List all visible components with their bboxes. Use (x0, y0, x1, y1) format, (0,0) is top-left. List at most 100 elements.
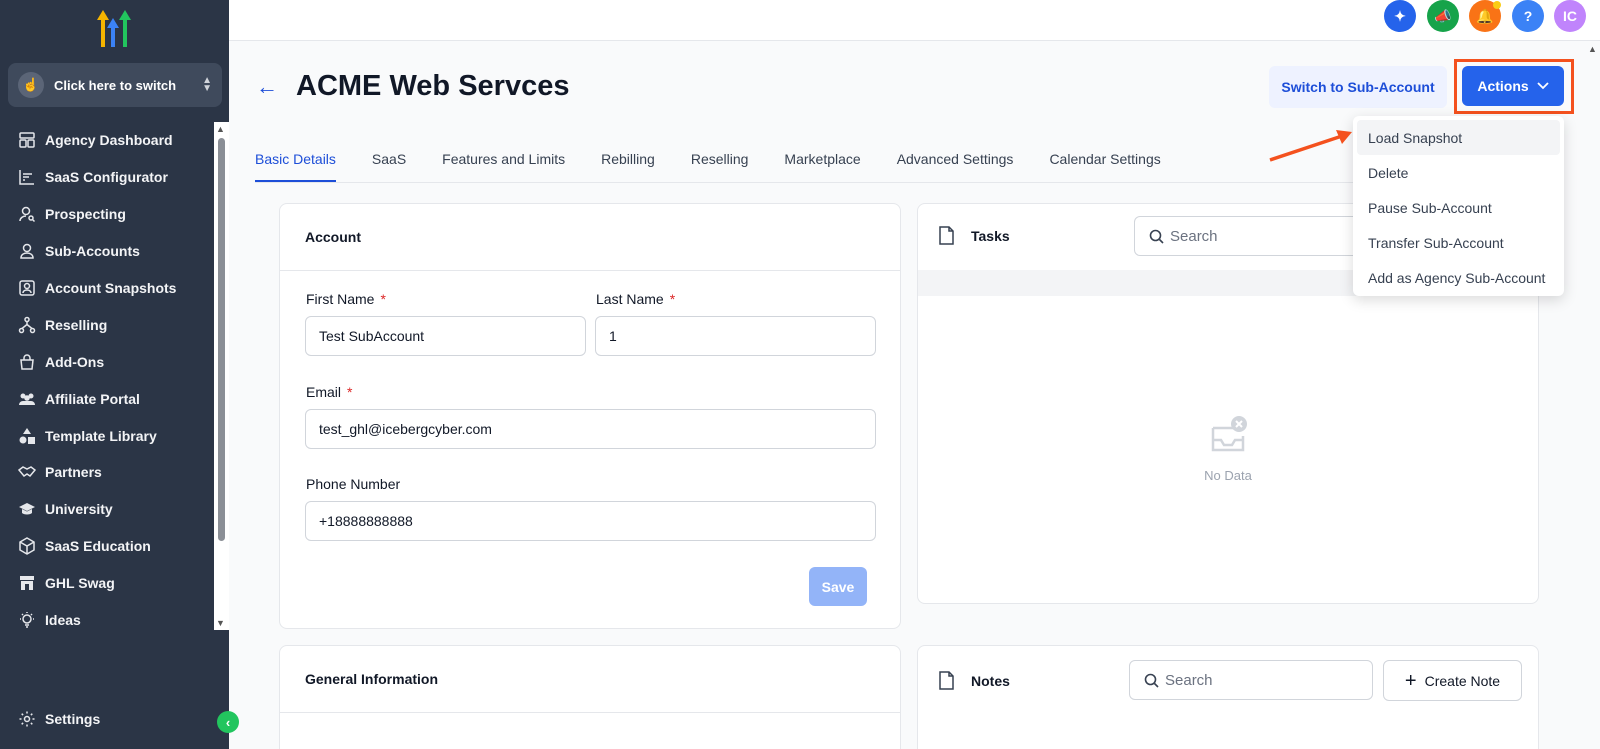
chevron-down-icon (1537, 82, 1549, 90)
sidebar-item-template-library[interactable]: Template Library (0, 417, 214, 454)
sidebar-item-add-ons[interactable]: Add-Ons (0, 343, 214, 380)
create-note-button[interactable]: + Create Note (1383, 660, 1522, 701)
user-icon (20, 243, 34, 259)
required-mark: * (380, 291, 386, 307)
sidebar-item-university[interactable]: University (0, 491, 214, 528)
tab-calendar-settings[interactable]: Calendar Settings (1049, 150, 1160, 182)
megaphone-icon[interactable]: 📣 (1427, 0, 1459, 32)
scroll-up-icon[interactable]: ▲ (216, 124, 225, 134)
tab-saas[interactable]: SaaS (372, 150, 406, 182)
sidebar-item-label: SaaS Configurator (45, 169, 168, 186)
sidebar-item-settings[interactable]: Settings (18, 710, 100, 728)
bag-icon (20, 354, 34, 370)
notes-search-input[interactable]: Search (1129, 660, 1373, 700)
tab-advanced-settings[interactable]: Advanced Settings (897, 150, 1014, 182)
back-arrow-icon[interactable]: ← (256, 74, 278, 100)
sidebar-item-prospecting[interactable]: Prospecting (0, 196, 214, 233)
menu-item-pause-sub-account[interactable]: Pause Sub-Account (1353, 190, 1564, 225)
phone-label: Phone Number (306, 476, 401, 492)
account-card: Account First Name * Test SubAccount Last… (279, 203, 901, 629)
document-icon (939, 226, 954, 245)
switch-to-sub-account-button[interactable]: Switch to Sub-Account (1269, 66, 1447, 108)
email-label-text: Email (306, 384, 342, 400)
last-name-field[interactable]: 1 (595, 316, 876, 356)
sidebar-item-account-snapshots[interactable]: Account Snapshots (0, 270, 214, 307)
first-name-label-text: First Name (306, 291, 375, 307)
avatar[interactable]: IC (1554, 0, 1586, 32)
tab-bar: Basic Details SaaS Features and Limits R… (255, 150, 1197, 182)
actions-label: Actions (1477, 78, 1529, 94)
tasks-search-input[interactable]: Search (1134, 216, 1374, 256)
document-icon (939, 671, 954, 690)
app-logo[interactable] (93, 8, 137, 48)
menu-item-transfer-sub-account[interactable]: Transfer Sub-Account (1353, 225, 1564, 260)
page-scrollbar[interactable]: ▲ (1585, 41, 1600, 749)
scroll-up-icon[interactable]: ▲ (1588, 44, 1597, 54)
sidebar-item-label: Partners (45, 464, 102, 481)
sidebar-item-saas-configurator[interactable]: SaaS Configurator (0, 159, 214, 196)
sidebar-item-sub-accounts[interactable]: Sub-Accounts (0, 233, 214, 270)
sidebar-item-affiliate-portal[interactable]: Affiliate Portal (0, 380, 214, 417)
annotation-arrow-icon (1269, 130, 1352, 162)
menu-item-delete[interactable]: Delete (1353, 155, 1564, 190)
gear-icon (19, 711, 35, 727)
sidebar-item-label: Reselling (45, 316, 108, 333)
menu-item-add-as-agency-sub-account[interactable]: Add as Agency Sub-Account (1353, 260, 1564, 295)
required-mark: * (669, 291, 676, 307)
account-switcher[interactable]: ☝ Click here to switch ▲ ▼ (8, 63, 222, 107)
scrollbar-thumb[interactable] (218, 138, 225, 541)
bell-icon[interactable]: 🔔 (1469, 0, 1501, 32)
notes-title: Notes (938, 671, 1010, 690)
general-information-title: General Information (280, 646, 900, 713)
sidebar-item-reselling[interactable]: Reselling (0, 306, 214, 343)
actions-dropdown-menu: Load Snapshot Delete Pause Sub-Account T… (1353, 116, 1564, 296)
notes-title-text: Notes (971, 672, 1010, 689)
email-field[interactable]: test_ghl@icebergcyber.com (305, 409, 876, 449)
menu-item-load-snapshot[interactable]: Load Snapshot (1357, 120, 1560, 155)
users-icon (19, 393, 35, 405)
account-card-title: Account (280, 204, 900, 271)
page-title: ACME Web Servces (296, 70, 570, 102)
tab-rebilling[interactable]: Rebilling (601, 150, 655, 182)
cube-icon (19, 537, 35, 556)
shapes-icon (19, 427, 35, 444)
sidebar-item-agency-dashboard[interactable]: Agency Dashboard (0, 122, 214, 159)
tab-basic-details[interactable]: Basic Details (255, 150, 336, 182)
actions-button[interactable]: Actions (1462, 66, 1564, 106)
sidebar-item-label: Template Library (45, 427, 157, 444)
required-mark: * (347, 384, 353, 400)
switcher-label: Click here to switch (54, 77, 177, 93)
top-bar: ✦ 📣 🔔 ? IC (229, 0, 1600, 41)
sidebar-item-label: Ideas (45, 612, 81, 629)
scroll-down-icon[interactable]: ▼ (216, 618, 225, 628)
first-name-label: First Name * (306, 291, 386, 307)
sidebar-item-label: Sub-Accounts (45, 243, 140, 260)
magic-icon[interactable]: ✦ (1384, 0, 1416, 32)
tab-marketplace[interactable]: Marketplace (784, 150, 860, 182)
sidebar-item-label: SaaS Education (45, 538, 151, 555)
sidebar-item-saas-education[interactable]: SaaS Education (0, 528, 214, 565)
help-icon[interactable]: ? (1512, 0, 1544, 32)
sidebar-item-label: Prospecting (45, 206, 126, 223)
sidebar-item-partners[interactable]: Partners (0, 454, 214, 491)
first-name-field[interactable]: Test SubAccount (305, 316, 586, 356)
search-icon (1149, 229, 1164, 244)
collapse-sidebar-button[interactable]: ‹ (217, 711, 239, 733)
sidebar-item-label: Add-Ons (45, 353, 105, 370)
no-data-text: No Data (1204, 468, 1252, 483)
notification-dot (1493, 1, 1501, 9)
save-button[interactable]: Save (809, 567, 867, 606)
snapshot-icon (19, 280, 35, 296)
plus-icon: + (1404, 669, 1417, 692)
tabs-divider (255, 182, 1525, 183)
sidebar-scrollbar[interactable]: ▲ ▼ (214, 122, 229, 630)
sidebar-item-label: Account Snapshots (45, 280, 177, 296)
sidebar-item-ghl-swag[interactable]: GHL Swag (0, 565, 214, 602)
chart-icon (19, 170, 34, 186)
last-name-label: Last Name * (596, 291, 675, 307)
phone-field[interactable]: +18888888888 (305, 501, 876, 541)
email-label: Email * (306, 384, 352, 400)
tab-features-and-limits[interactable]: Features and Limits (442, 150, 565, 182)
sidebar-item-ideas[interactable]: Ideas (0, 602, 214, 630)
tab-reselling[interactable]: Reselling (691, 150, 749, 182)
